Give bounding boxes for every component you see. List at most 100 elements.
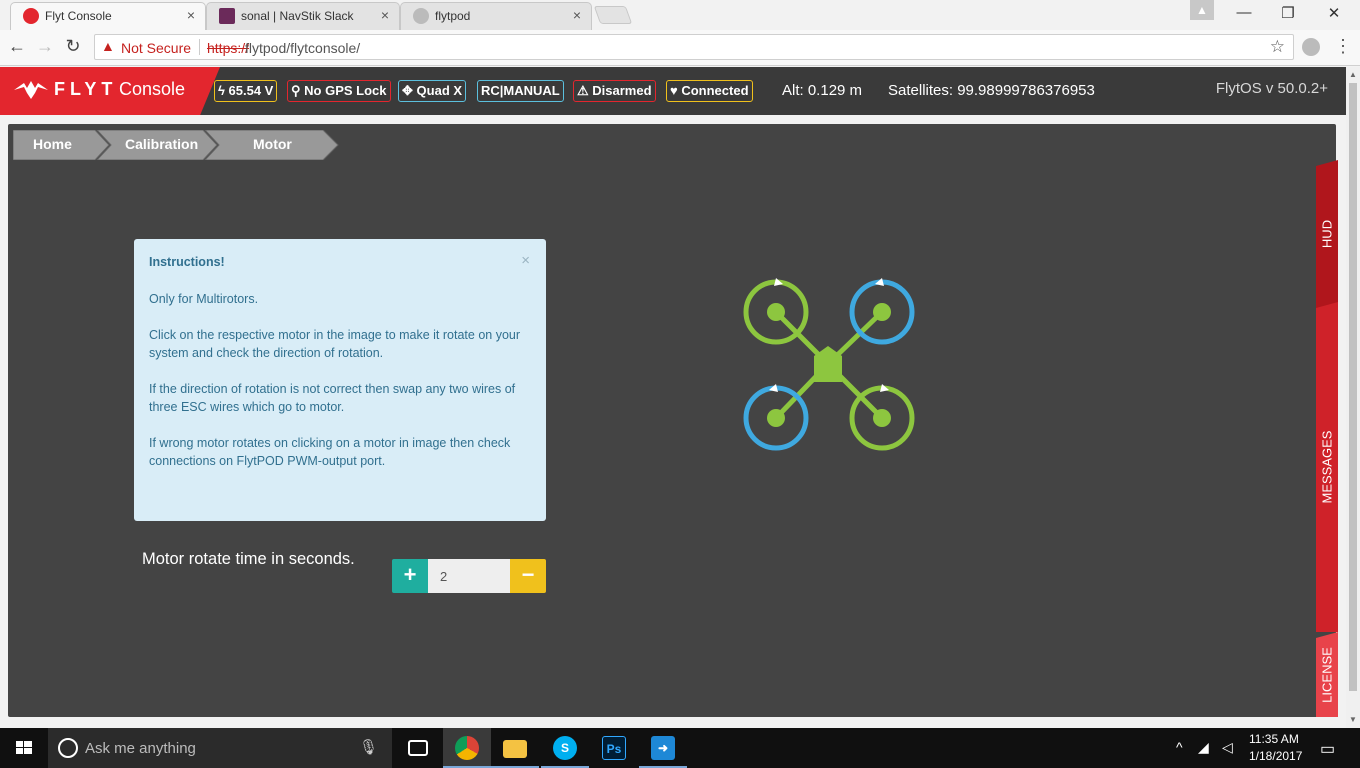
instructions-paragraph: If the direction of rotation is not corr… <box>149 382 516 414</box>
skype-icon: S <box>553 736 577 760</box>
motor-front-left[interactable] <box>743 278 809 345</box>
tab-slack[interactable]: sonal | NavStik Slack × <box>206 2 400 30</box>
taskbar-file-explorer[interactable] <box>491 728 539 768</box>
lightning-icon: ϟ <box>218 83 225 98</box>
badge-text: No GPS Lock <box>304 83 387 98</box>
scroll-thumb[interactable] <box>1349 83 1357 691</box>
arrows-icon: ✥ <box>402 83 413 98</box>
photoshop-icon: Ps <box>602 736 626 760</box>
rc-mode-badge: RC|MANUAL <box>477 80 564 102</box>
page-scrollbar[interactable]: ▲ ▼ <box>1346 67 1360 728</box>
badge-text: 65.54 V <box>228 83 274 98</box>
breadcrumb-calibration[interactable]: Calibration <box>125 136 198 152</box>
window-close-icon[interactable]: ✕ <box>1314 4 1354 22</box>
badge-text: Disarmed <box>592 83 652 98</box>
bookmark-star-icon[interactable]: ☆ <box>1270 37 1285 57</box>
share-app-icon: ➜ <box>651 736 675 760</box>
windows-taskbar: Ask me anything 🎙 S Ps ➜ ^ ◢ ◁ 11:35 AM … <box>0 728 1360 768</box>
quad-x-drone-diagram <box>743 278 915 451</box>
url-text: flytpod/flytconsole/ <box>245 40 361 56</box>
flyt-console-logo[interactable]: FLYT Console <box>0 67 220 115</box>
arm-status-badge: ⚠ Disarmed <box>573 80 656 102</box>
close-icon[interactable]: × <box>573 7 581 23</box>
license-tab[interactable]: LICENSE <box>1316 632 1338 717</box>
task-view-button[interactable] <box>394 728 442 768</box>
close-icon[interactable]: × <box>187 7 195 23</box>
extension-icon[interactable] <box>1302 38 1320 56</box>
breadcrumb-home[interactable]: Home <box>33 136 72 152</box>
search-placeholder: Ask me anything <box>85 740 196 757</box>
instructions-title: Instructions! <box>149 255 225 269</box>
increment-button[interactable]: + <box>392 559 428 593</box>
breadcrumb-motor: Motor <box>253 136 292 152</box>
restore-icon[interactable]: ❐ <box>1268 4 1308 22</box>
taskbar-chrome[interactable] <box>443 728 491 768</box>
minimize-icon[interactable]: — <box>1224 4 1264 21</box>
clock-time[interactable]: 11:35 AM <box>1249 732 1299 746</box>
new-tab-button[interactable] <box>593 6 633 24</box>
taskbar-app[interactable]: ➜ <box>639 728 687 768</box>
side-tab-label: HUD <box>1319 219 1335 249</box>
browser-tab-strip: Flyt Console × sonal | NavStik Slack × f… <box>0 0 1360 30</box>
security-indicator[interactable]: Not Secure <box>121 40 191 56</box>
task-view-icon <box>408 740 428 756</box>
motor-front-right[interactable] <box>849 278 915 345</box>
start-button[interactable] <box>0 728 48 768</box>
microphone-icon[interactable]: 🎙 <box>359 738 378 756</box>
flyt-logo-icon <box>14 81 48 99</box>
browser-toolbar: ← → ↻ ▲ Not Secure https:// flytpod/flyt… <box>0 30 1360 66</box>
instructions-paragraph: Click on the respective motor in the ima… <box>149 328 521 360</box>
messages-tab[interactable]: MESSAGES <box>1316 302 1338 632</box>
address-bar[interactable]: ▲ Not Secure https:// flytpod/flytconsol… <box>94 34 1294 60</box>
motor-rotate-time-label: Motor rotate time in seconds. <box>142 550 355 568</box>
taskbar-photoshop[interactable]: Ps <box>590 728 638 768</box>
motor-rear-left[interactable] <box>743 384 809 451</box>
motor-rear-right[interactable] <box>849 384 915 451</box>
instructions-paragraph: Only for Multirotors. <box>149 292 259 306</box>
tab-flytpod[interactable]: flytpod × <box>400 2 592 30</box>
gps-status-badge: ⚲ No GPS Lock <box>287 80 391 102</box>
satellites-readout: Satellites: 99.98999786376953 <box>888 82 1095 99</box>
hud-tab[interactable]: HUD <box>1316 160 1338 308</box>
decrement-button[interactable]: − <box>510 559 546 593</box>
heart-icon: ♥ <box>670 83 678 98</box>
frame-type-badge: ✥ Quad X <box>398 80 467 102</box>
badge-text: Connected <box>681 83 749 98</box>
brand-flyt: FLYT <box>54 79 118 99</box>
badge-text: Quad X <box>416 83 463 98</box>
brand-console: Console <box>119 79 186 99</box>
battery-voltage-badge: ϟ 65.54 V <box>214 80 278 102</box>
notification-icon[interactable]: ▭ <box>1320 739 1335 759</box>
side-tab-label: LICENSE <box>1319 646 1335 703</box>
tab-title: sonal | NavStik Slack <box>241 9 354 23</box>
clock-date[interactable]: 1/18/2017 <box>1249 749 1302 763</box>
close-icon[interactable]: × <box>521 252 530 269</box>
cortana-icon <box>58 738 78 758</box>
back-arrow-icon[interactable]: ← <box>6 36 28 57</box>
forward-arrow-icon[interactable]: → <box>34 36 56 57</box>
chrome-menu-icon[interactable]: ⋮ <box>1334 36 1352 57</box>
taskbar-skype[interactable]: S <box>541 728 589 768</box>
url-scheme: https:// <box>207 40 250 56</box>
tab-title: flytpod <box>435 9 471 23</box>
instructions-paragraph: If wrong motor rotates on clicking on a … <box>149 436 511 468</box>
rotate-time-input[interactable] <box>428 559 510 593</box>
flytos-version: FlytOS v 50.0.2+ <box>1215 80 1328 97</box>
close-icon[interactable]: × <box>381 7 389 23</box>
scroll-down-icon[interactable]: ▼ <box>1349 715 1357 724</box>
profile-icon[interactable]: ▲ <box>1190 0 1214 20</box>
warning-icon[interactable]: ▲ <box>101 38 115 54</box>
reload-icon[interactable]: ↻ <box>62 36 84 57</box>
flyt-favicon-icon <box>23 8 39 24</box>
motor-calibration-panel: Home Calibration Motor Instructions! × O… <box>8 124 1338 717</box>
chevron-up-icon[interactable]: ^ <box>1176 739 1183 755</box>
globe-favicon-icon <box>413 8 429 24</box>
volume-icon[interactable]: ◁ <box>1222 739 1233 756</box>
tab-flyt-console[interactable]: Flyt Console × <box>10 2 206 30</box>
slack-favicon-icon <box>219 8 235 24</box>
cortana-search-box[interactable]: Ask me anything 🎙 <box>48 728 392 768</box>
scroll-up-icon[interactable]: ▲ <box>1349 70 1357 79</box>
side-tab-label: MESSAGES <box>1319 430 1335 504</box>
wifi-icon[interactable]: ◢ <box>1198 739 1209 756</box>
chrome-icon <box>455 736 479 760</box>
